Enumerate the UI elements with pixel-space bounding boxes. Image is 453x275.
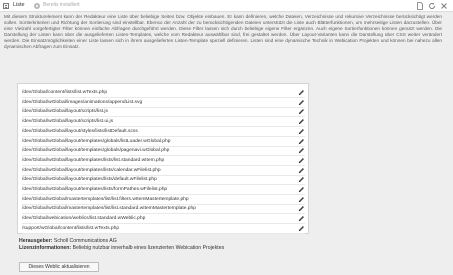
file-path: /dev/Global/wGlobal/mastertemplates/list…	[22, 206, 196, 212]
file-path: /dev/Global/wGlobal/mastertemplates/list…	[22, 196, 189, 202]
file-row: /dev/Global/wGlobal/images/animations/ap…	[22, 98, 305, 108]
license-info: Lizenzinformationen: Beliebig nutzbar in…	[19, 245, 224, 252]
pencil-icon[interactable]	[298, 118, 305, 125]
window-actions	[416, 2, 448, 10]
file-row: /dev/Global/wGlobal/layout/templates/lis…	[22, 185, 305, 195]
file-row: /dev/Global/wGlobal/layout/templates/lis…	[22, 175, 305, 186]
pencil-icon[interactable]	[298, 157, 305, 164]
pencil-icon[interactable]	[298, 215, 305, 222]
pencil-icon[interactable]	[298, 128, 305, 135]
file-path: /dev/Global/wGlobal/layout/templates/glo…	[22, 138, 171, 144]
title-bar: Liste Bereits installiert	[0, 0, 453, 12]
pencil-icon[interactable]	[298, 196, 305, 203]
file-row: /dev/Global/wGlobal/layout/templates/glo…	[22, 146, 305, 157]
list-icon	[3, 3, 9, 9]
refresh-icon[interactable]	[428, 2, 436, 10]
file-path: /dev/Global/webication/weblics/list.stan…	[22, 216, 146, 222]
file-path: /dev/Global/wGlobal/layout/templates/lis…	[22, 177, 157, 183]
file-row: /dev/Global/wGlobal/mastertemplates/list…	[22, 204, 305, 215]
publisher-info: Herausgeber: Scholl Communications AG	[19, 238, 117, 245]
pencil-icon[interactable]	[298, 99, 305, 106]
file-path: /dev/Global/wGlobal/layout/templates/lis…	[22, 187, 168, 192]
file-row: /dev/Global/wGlobal/layout/scripts/list.…	[22, 117, 305, 128]
pencil-icon[interactable]	[298, 205, 305, 212]
file-path: /dev/Global/wGlobal/images/animations/ap…	[22, 99, 143, 105]
file-row: /dev/Global/wGlobal/layout/templates/lis…	[22, 166, 305, 176]
update-weblic-button[interactable]: Dieses Weblic aktualisieren	[19, 262, 99, 272]
file-path: /support/wGlobal/content/lists/list.wTex…	[22, 225, 120, 231]
file-icon[interactable]	[416, 2, 424, 10]
publisher-value: Scholl Communications AG	[53, 238, 117, 244]
app-title: Liste	[13, 2, 25, 8]
file-path: /dev/Global/wGlobal/layout/scripts/list.…	[22, 109, 108, 115]
install-status: Bereits installiert	[43, 2, 80, 8]
pencil-icon[interactable]	[298, 186, 305, 193]
license-value: Beliebig nutzbar innerhalb eines lizenzi…	[72, 245, 225, 251]
file-row: /support/wGlobal/content/lists/list.wTex…	[22, 224, 305, 234]
pencil-icon[interactable]	[298, 167, 305, 174]
file-path: /dev/Global/content/lists/list.wTexts.ph…	[22, 90, 108, 95]
pencil-icon[interactable]	[298, 176, 305, 183]
pencil-icon[interactable]	[298, 89, 305, 96]
file-path: /dev/Global/wGlobal/layout/styles/lists/…	[22, 128, 138, 134]
pencil-icon[interactable]	[298, 225, 305, 232]
file-path: /dev/Global/wGlobal/layout/scripts/list.…	[22, 119, 114, 125]
file-path: /dev/Global/wGlobal/layout/templates/glo…	[22, 148, 170, 154]
main-content: Mit diesem Strukturelement kann der Reda…	[4, 14, 444, 50]
file-row: /dev/Global/wGlobal/layout/templates/glo…	[22, 137, 305, 147]
file-row: /dev/Global/wGlobal/mastertemplates/list…	[22, 195, 305, 205]
file-row: /dev/Global/wGlobal/layout/templates/lis…	[22, 156, 305, 166]
license-label: Lizenzinformationen:	[19, 245, 72, 251]
pencil-icon[interactable]	[298, 138, 305, 145]
file-row: /dev/Global/webication/weblics/list.stan…	[22, 214, 305, 225]
pencil-icon[interactable]	[298, 147, 305, 154]
weblic-description: Mit diesem Strukturelement kann der Reda…	[4, 14, 442, 49]
file-row: /dev/Global/content/lists/list.wTexts.ph…	[22, 88, 305, 98]
pencil-icon[interactable]	[298, 108, 305, 115]
file-path: /dev/Global/wGlobal/layout/templates/lis…	[22, 167, 161, 173]
file-path: /dev/Global/wGlobal/layout/templates/lis…	[22, 157, 165, 163]
file-row: /dev/Global/wGlobal/layout/scripts/list.…	[22, 107, 305, 118]
status-icon	[34, 3, 40, 9]
close-icon[interactable]	[440, 2, 448, 10]
file-row: /dev/Global/wGlobal/layout/styles/lists/…	[22, 127, 305, 137]
file-list: /dev/Global/content/lists/list.wTexts.ph…	[17, 83, 309, 234]
publisher-label: Herausgeber:	[19, 238, 53, 244]
